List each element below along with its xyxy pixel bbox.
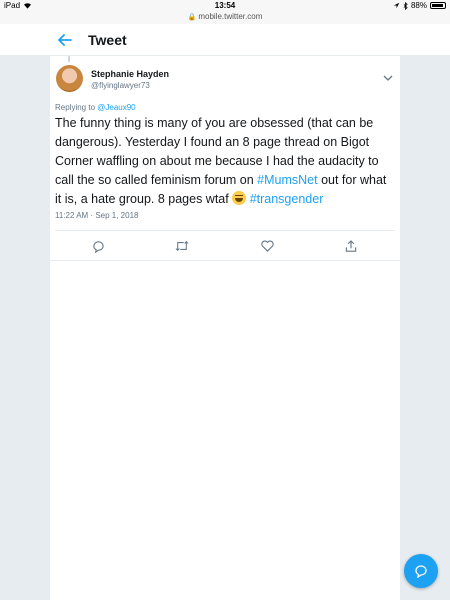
replying-to: Replying to @Jeaux90 [55, 103, 136, 112]
compose-button[interactable] [404, 554, 438, 588]
laughing-emoji-icon [232, 191, 247, 205]
reply-button[interactable] [90, 238, 106, 254]
divider [55, 230, 395, 231]
tweet-timestamp[interactable]: 11:22 AM · Sep 1, 2018 [55, 211, 138, 220]
share-button[interactable] [343, 238, 359, 254]
arrow-left-icon [58, 34, 72, 46]
chevron-down-icon [383, 75, 393, 81]
like-icon [260, 240, 274, 252]
status-right: 88% [393, 1, 446, 10]
thread-line [68, 56, 70, 62]
page-title: Tweet [88, 32, 127, 48]
hashtag-transgender[interactable]: #transgender [250, 192, 324, 206]
location-icon [393, 2, 400, 9]
status-time: 13:54 [214, 1, 236, 10]
retweet-icon [175, 240, 189, 252]
like-button[interactable] [259, 238, 275, 254]
compose-icon [415, 565, 427, 578]
page-header: Tweet [0, 24, 450, 56]
action-bar [50, 235, 400, 257]
author-handle[interactable]: @flyinglawyer73 [91, 81, 150, 90]
bluetooth-icon [403, 1, 408, 10]
battery-percent: 88% [410, 1, 427, 10]
lock-icon: 🔒 [187, 14, 197, 21]
tweet-menu-button[interactable] [383, 68, 395, 81]
status-bar: iPad 13:54 88% [0, 0, 450, 12]
avatar[interactable] [56, 65, 83, 92]
reply-prefix: Replying to [55, 103, 96, 112]
tweet-card: Stephanie Hayden @flyinglawyer73 Replyin… [50, 56, 400, 600]
address-bar[interactable]: 🔒 mobile.twitter.com [0, 12, 450, 24]
tweet-text: The funny thing is many of you are obses… [55, 114, 395, 209]
reply-mention[interactable]: @Jeaux90 [97, 103, 135, 112]
divider [50, 260, 400, 261]
reply-icon [92, 240, 104, 253]
hashtag-mumsnet[interactable]: #MumsNet [257, 173, 317, 187]
back-button[interactable] [55, 30, 75, 50]
retweet-button[interactable] [174, 238, 190, 254]
battery-icon [430, 2, 446, 9]
share-icon [345, 239, 357, 252]
author-name[interactable]: Stephanie Hayden [91, 69, 169, 79]
url-text: mobile.twitter.com [198, 12, 263, 21]
